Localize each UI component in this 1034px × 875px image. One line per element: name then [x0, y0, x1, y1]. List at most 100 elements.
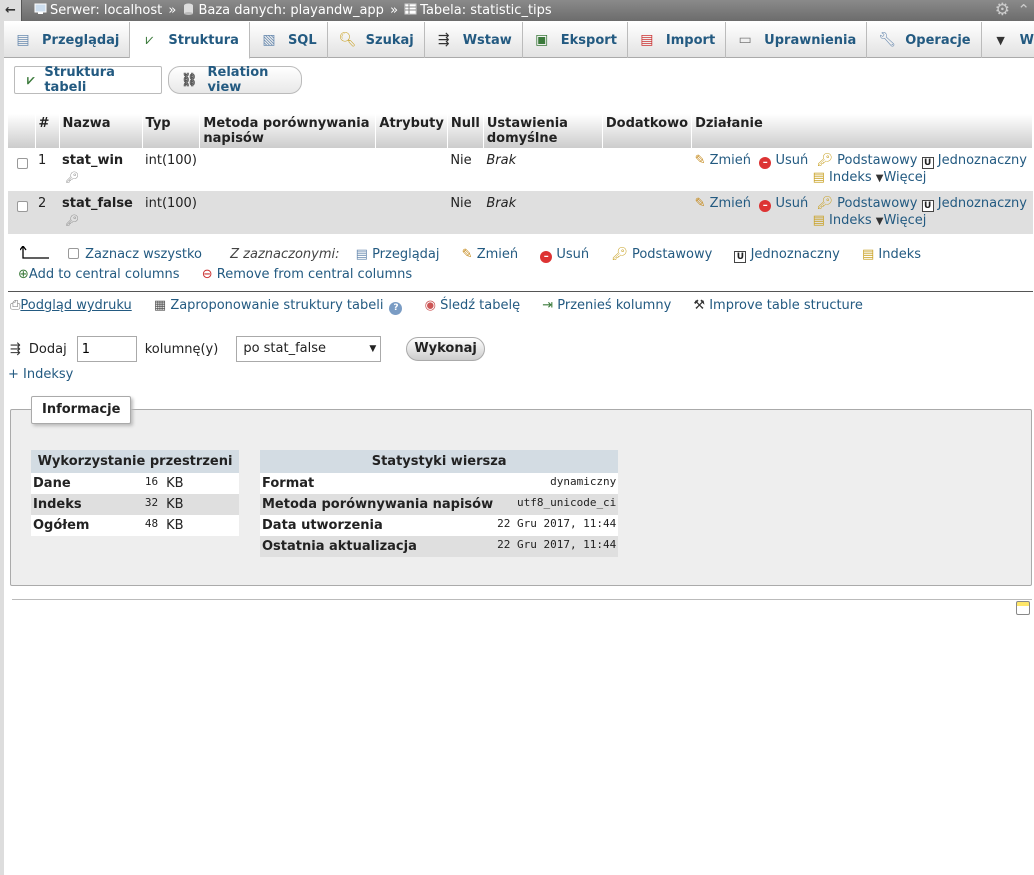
tab-operations[interactable]: 🔧︎ Operacje [867, 22, 982, 58]
information-legend: Informacje [31, 396, 132, 424]
move-columns-icon: ⇥ [542, 298, 554, 313]
primary-key-icon: 🔑︎ [611, 247, 628, 262]
tab-more[interactable]: ▼ Więcej [982, 22, 1034, 58]
key-icon: 🔑︎ [65, 171, 79, 184]
track-table-link[interactable]: Śledź tabelę [440, 298, 520, 313]
privileges-icon: ▭ [738, 32, 752, 48]
table-row: Format dynamiczny [260, 473, 619, 494]
row-checkbox[interactable] [17, 201, 28, 212]
more-link[interactable]: Więcej [883, 213, 926, 228]
header-type[interactable]: Typ [142, 114, 201, 148]
go-button[interactable]: Wykonaj [406, 337, 485, 361]
primary-link[interactable]: Podstawowy [837, 153, 917, 168]
structure-icon: ⩗ [145, 32, 154, 48]
index-icon: ▤ [812, 170, 825, 185]
row-num: 2 [35, 191, 59, 234]
wrench-icon: 🔧︎ [878, 32, 897, 48]
breadcrumb-separator: » [390, 3, 399, 18]
change-link[interactable]: Zmień [710, 153, 751, 168]
breadcrumb-database[interactable]: Baza danych: playandw_app [198, 3, 383, 18]
improve-structure-link[interactable]: Improve table structure [709, 298, 863, 313]
row-null: Nie [447, 148, 484, 191]
check-all-checkbox[interactable] [68, 248, 80, 259]
row-checkbox-cell [8, 191, 35, 234]
tab-label: Przeglądaj [42, 32, 120, 48]
header-extra[interactable]: Dodatkowo [602, 114, 693, 148]
table-header-row: # Nazwa Typ Metoda porównywania napisów … [8, 114, 1033, 148]
header-default[interactable]: Ustawienia domyślne [483, 114, 603, 148]
row-attributes [375, 191, 448, 234]
add-column-form: ⇶ Dodaj kolumnę(y) po stat_false ▼ Wykona… [10, 336, 485, 362]
back-arrow-button[interactable]: ← [0, 0, 22, 21]
help-icon[interactable]: ? [389, 302, 403, 315]
header-collation[interactable]: Metoda porównywania napisów [199, 114, 377, 148]
tab-privileges[interactable]: ▭ Uprawnienia [726, 22, 868, 58]
tab-export[interactable]: ▣ Eksport [523, 22, 628, 58]
tab-sql[interactable]: ▧ SQL [250, 22, 328, 58]
index-link[interactable]: Indeks [829, 170, 872, 185]
tab-label: Operacje [905, 32, 971, 48]
remove-central-columns-link[interactable]: Remove from central columns [217, 267, 412, 282]
check-all-link[interactable]: Zaznacz wszystko [85, 247, 202, 262]
row-checkbox[interactable] [17, 158, 28, 169]
tab-import[interactable]: ▤ Import [628, 22, 727, 58]
row-actions: ✎ Zmień – Usuń 🔑︎ Podstawowy U Jednoznac… [691, 148, 1033, 191]
space-usage-table: Wykorzystanie przestrzeni Dane 16 KB Indek… [31, 450, 239, 536]
row-checkbox-cell [8, 148, 35, 191]
stat-value: dynamiczny [495, 473, 619, 494]
move-columns-link[interactable]: Przenieś kolumny [557, 298, 671, 313]
gear-icon[interactable]: ⚙ [995, 1, 1010, 19]
stat-label: Ostatnia aktualizacja [260, 536, 496, 557]
subtab-table-structure[interactable]: ⩗ Struktura tabeli [14, 65, 162, 95]
tab-browse[interactable]: ▤ Przeglądaj [4, 22, 131, 58]
bulk-drop-link[interactable]: Usuń [556, 247, 589, 262]
breadcrumb-table[interactable]: Tabela: statistic_tips [420, 3, 552, 18]
pencil-icon: ✎ [461, 247, 473, 262]
unique-link[interactable]: Jednoznaczny [938, 153, 1027, 168]
stat-value: utf8_unicode_ci [495, 494, 619, 515]
browse-icon: ▤ [355, 247, 368, 262]
add-column-icon: ⇶ [10, 341, 21, 357]
position-select[interactable]: po stat_false ▼ [236, 336, 382, 362]
column-count-input[interactable] [76, 336, 137, 362]
breadcrumb-server[interactable]: Serwer: localhost [50, 3, 162, 18]
bulk-primary-link[interactable]: Podstawowy [632, 247, 712, 262]
stat-value: 48 [131, 515, 161, 536]
print-view-link[interactable]: Podgląd wydruku [20, 298, 131, 313]
bulk-change-link[interactable]: Zmień [477, 247, 518, 262]
breadcrumb: Serwer: localhost » Baza danych: playand… [34, 0, 552, 21]
drop-link[interactable]: Usuń [775, 153, 808, 168]
index-link[interactable]: Indeks [829, 213, 872, 228]
more-link[interactable]: Więcej [883, 170, 926, 185]
collapse-icon[interactable]: ⌃ [1017, 1, 1030, 19]
table-icon [404, 3, 417, 15]
add-label: Dodaj [28, 341, 67, 357]
subtab-relation-view[interactable]: ⛓ Relation view [168, 65, 302, 95]
drop-link[interactable]: Usuń [775, 196, 808, 211]
drop-icon: – [540, 251, 553, 263]
primary-link[interactable]: Podstawowy [837, 196, 917, 211]
unique-link[interactable]: Jednoznaczny [938, 196, 1027, 211]
stat-unit: KB [160, 494, 239, 515]
pencil-icon: ✎ [694, 196, 706, 211]
subtab-label: Struktura tabeli [44, 65, 115, 95]
pencil-icon: ✎ [694, 153, 706, 168]
header-null[interactable]: Null [447, 114, 484, 148]
header-attributes[interactable]: Atrybuty [375, 114, 448, 148]
row-statistics-title: Statystyki wiersza [260, 450, 619, 473]
row-extra [602, 191, 692, 234]
indexes-toggle-link[interactable]: + Indeksy [8, 367, 73, 382]
bulk-browse-link[interactable]: Przeglądaj [372, 247, 439, 262]
add-central-columns-link[interactable]: Add to central columns [29, 267, 180, 282]
bulk-unique-link[interactable]: Jednoznaczny [751, 247, 840, 262]
stat-label: Ogółem [31, 515, 132, 536]
tab-search[interactable]: 🔍︎ Szukaj [328, 22, 425, 58]
header-name[interactable]: Nazwa [59, 114, 143, 148]
tab-insert[interactable]: ⇶ Wstaw [425, 22, 523, 58]
propose-structure-link[interactable]: Zaproponowanie struktury tabeli [170, 298, 383, 313]
row-type: int(100) [142, 191, 200, 234]
console-icon[interactable] [1016, 601, 1030, 615]
bulk-index-link[interactable]: Indeks [878, 247, 921, 262]
change-link[interactable]: Zmień [710, 196, 751, 211]
tab-structure[interactable]: ⩗ Struktura [130, 22, 250, 59]
